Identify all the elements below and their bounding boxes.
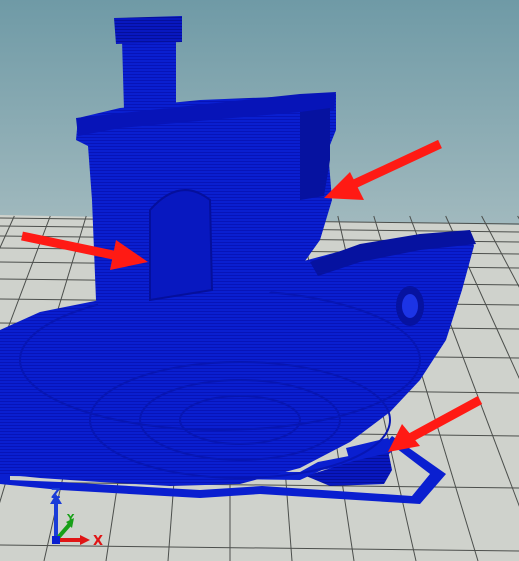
porthole <box>396 286 424 326</box>
cabin-window-arch <box>149 189 214 302</box>
scene-canvas[interactable] <box>0 0 519 561</box>
3d-viewport[interactable]: Z Y X <box>0 0 519 561</box>
cabin-rear-post <box>300 108 330 200</box>
chimney-stack <box>122 38 176 110</box>
axis-z-label: Z <box>51 487 61 502</box>
axis-x-label: X <box>93 534 104 549</box>
axis-y-label: Y <box>67 513 75 524</box>
chimney-top <box>114 16 182 44</box>
